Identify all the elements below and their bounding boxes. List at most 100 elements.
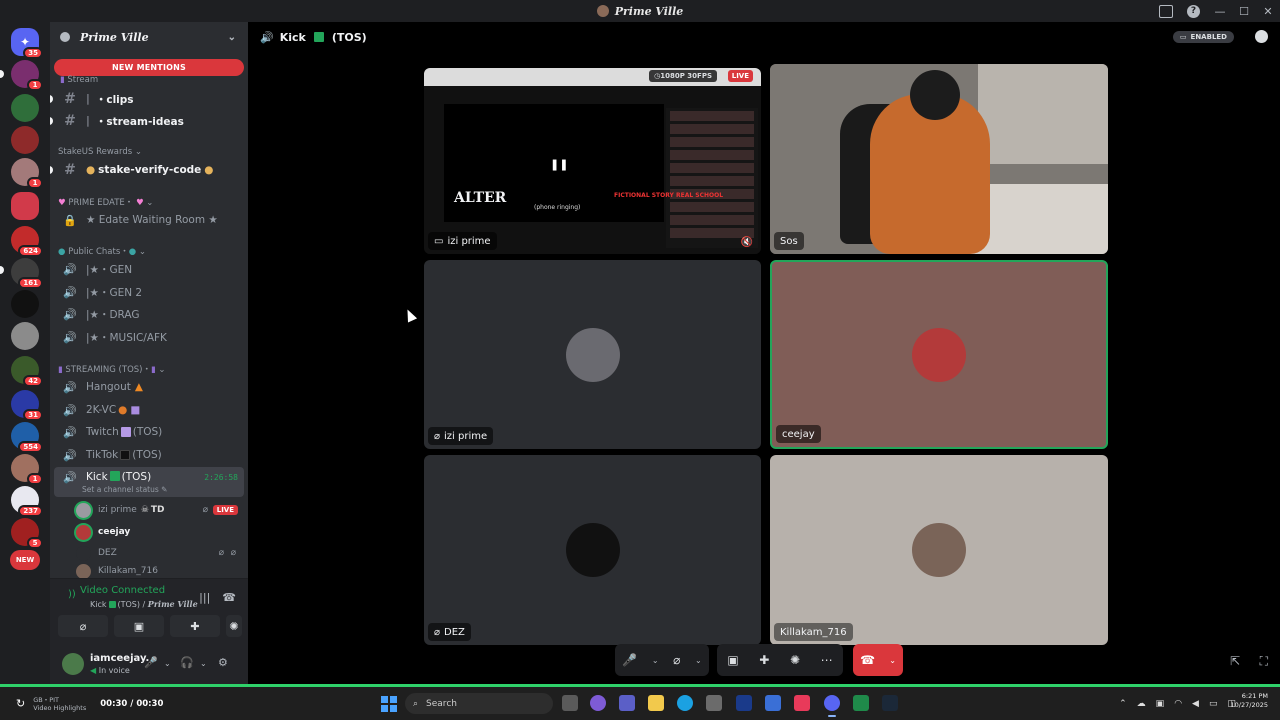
teams-icon[interactable] — [619, 695, 635, 711]
soundboard-button[interactable]: ✺ — [226, 615, 242, 637]
server-icon[interactable]: 1 — [11, 454, 43, 485]
server-icon[interactable]: 42 — [11, 356, 43, 387]
category-stakeus-rewards[interactable]: StakeUS Rewards ⌄ — [58, 147, 142, 157]
category-prime-edate[interactable]: ♥ PRIME EDATE・ ♥ ⌄ — [58, 196, 153, 208]
direct-messages-button[interactable]: ✦ 35 — [11, 28, 43, 59]
video-tile-sos[interactable]: Sos — [770, 64, 1108, 254]
voice-user-dez[interactable]: DEZ ⌀ ⌀ — [76, 543, 244, 563]
file-explorer-icon[interactable] — [648, 695, 664, 711]
start-button[interactable] — [381, 696, 397, 712]
task-view-icon[interactable] — [562, 695, 578, 711]
gear-icon[interactable]: ⚙ — [218, 656, 228, 669]
chevron-up-icon[interactable]: ⌃ — [1119, 699, 1127, 709]
help-icon[interactable]: ? — [1187, 4, 1200, 18]
chat-icon[interactable] — [1255, 30, 1268, 43]
voice-user-ceejay[interactable]: ceejay — [76, 522, 244, 542]
chevron-down-icon[interactable]: ⌄ — [652, 656, 659, 665]
channel-edate-waiting-room[interactable]: 🔒 ★ Edate Waiting Room ★ — [54, 209, 244, 231]
voice-channel-music-afk[interactable]: 🔊 |★・MUSIC/AFK — [54, 326, 244, 348]
soundboard-icon[interactable]: ✺ — [790, 653, 800, 667]
user-name[interactable]: iamceejay. — [90, 653, 149, 664]
leave-call-button[interactable]: ☎ ⌄ — [853, 644, 903, 676]
stream-tile-izi-prime[interactable]: ❚❚ ALTER (phone ringing) FICTIONAL STORY… — [424, 68, 761, 254]
system-clock[interactable]: 6:21 PM 10/27/2025 — [1231, 692, 1268, 710]
voice-channel-hangout[interactable]: 🔊 Hangout ▲ — [54, 376, 244, 398]
volume-muted-icon[interactable]: 🔇 — [741, 237, 753, 248]
category-streaming[interactable]: ▮ STREAMING (TOS)・▮ ⌄ — [58, 363, 165, 375]
music-icon[interactable] — [794, 695, 810, 711]
video-tile-dez[interactable]: ⌀ DEZ — [424, 455, 761, 645]
server-icon[interactable]: 5 — [11, 518, 43, 549]
channel-clips[interactable]: # | ・clips — [50, 88, 244, 110]
guild-header[interactable]: Prime Ville ⌄ — [50, 22, 248, 52]
channel-stake-verify-code[interactable]: # ● stake-verify-code ● — [50, 159, 244, 181]
app-icon[interactable] — [853, 695, 869, 711]
voice-channel-kick[interactable]: 🔊 Kick (TOS) 2:26:58 Set a channel status ✎ — [54, 467, 244, 497]
activities-button[interactable]: ✚ — [170, 615, 220, 637]
discord-icon[interactable] — [824, 695, 840, 717]
camera-off-icon[interactable]: ⌀ — [673, 653, 680, 667]
chevron-down-icon[interactable]: ⌄ — [164, 659, 171, 668]
server-icon[interactable]: 554 — [11, 422, 43, 453]
video-tile-izi-prime[interactable]: ⌀ izi prime — [424, 260, 761, 449]
signal-icon[interactable]: )) — [68, 589, 76, 600]
inbox-icon[interactable] — [1159, 4, 1173, 18]
chevron-down-icon[interactable]: ⌄ — [889, 656, 896, 665]
server-icon[interactable]: 31 — [11, 390, 43, 421]
steam-icon[interactable] — [882, 695, 898, 711]
wifi-icon[interactable]: ◠ — [1174, 699, 1182, 709]
activities-icon[interactable]: ✚ — [759, 653, 769, 667]
new-mentions-button[interactable]: NEW MENTIONS — [54, 59, 244, 76]
voice-channel-gen-2[interactable]: 🔊 |★・GEN 2 — [54, 281, 244, 303]
enabled-badge[interactable]: ▭ ENABLED — [1172, 31, 1234, 43]
chevron-down-icon[interactable]: ⌄ — [695, 656, 702, 665]
channel-stream-ideas[interactable]: # | ・stream-ideas — [50, 110, 244, 132]
voice-user-izi-prime[interactable]: izi prime ☠ TD ⌀ LIVE — [76, 500, 244, 520]
microphone-icon[interactable]: 🎤 — [144, 656, 158, 669]
noise-suppression-icon[interactable]: ||| — [199, 591, 210, 604]
server-folder[interactable] — [11, 192, 39, 220]
display-icon[interactable]: ▭ — [1209, 699, 1218, 709]
voice-channel-drag[interactable]: 🔊 |★・DRAG — [54, 303, 244, 325]
voice-channel-twitch[interactable]: 🔊 Twitch (TOS) — [54, 421, 244, 443]
headphones-icon[interactable]: 🎧 — [180, 656, 194, 669]
voice-channel-gen[interactable]: 🔊 |★・GEN — [54, 258, 244, 280]
server-icon[interactable] — [11, 94, 39, 122]
chevron-down-icon[interactable]: ⌄ — [200, 659, 207, 668]
server-icon[interactable]: 237 — [11, 486, 43, 517]
server-icon[interactable]: 624 — [11, 226, 43, 257]
channel-status-prompt[interactable]: Set a channel status ✎ — [82, 485, 167, 494]
new-servers-indicator[interactable]: NEW — [10, 550, 40, 570]
video-tile-ceejay[interactable]: ceejay — [770, 260, 1108, 449]
pop-out-icon[interactable]: ⇱ — [1230, 654, 1240, 668]
toggle-camera-button[interactable]: ⌀ — [58, 615, 108, 637]
server-icon[interactable] — [11, 322, 39, 350]
media-widget[interactable]: ↻ GB・PIT Video Highlights 00:30 / 00:30 — [16, 687, 163, 720]
category-stream[interactable]: ▮ Stream — [60, 75, 98, 85]
app-icon[interactable] — [765, 695, 781, 711]
server-icon[interactable] — [11, 290, 39, 318]
microphone-icon[interactable]: 🎤 — [622, 653, 637, 667]
app-l-icon[interactable] — [736, 695, 752, 711]
voice-channel-2k-vc[interactable]: 🔊 2K-VC ● ■ — [54, 399, 244, 421]
voice-channel-location[interactable]: Kick (TOS) / Prime Ville — [90, 599, 198, 609]
server-icon[interactable]: 1 — [11, 158, 43, 189]
store-icon[interactable] — [706, 695, 722, 711]
video-tile-killakam[interactable]: Killakam_716 — [770, 455, 1108, 645]
screen-share-icon[interactable]: ▣ — [727, 653, 738, 667]
disconnect-icon[interactable]: ☎ — [222, 591, 236, 604]
more-icon[interactable]: ⋯ — [821, 653, 833, 667]
taskbar-search[interactable]: ⌕ Search — [405, 693, 553, 714]
server-icon[interactable]: 1 — [11, 60, 43, 91]
replay-icon[interactable]: ↻ — [16, 697, 25, 710]
server-icon[interactable] — [11, 126, 39, 154]
avatar[interactable] — [62, 653, 84, 675]
voice-user-killakam[interactable]: Killakam_716 — [76, 564, 244, 578]
volume-icon[interactable]: ◀ — [1192, 699, 1199, 709]
server-icon[interactable]: 161 — [11, 258, 43, 289]
minimize-icon[interactable]: — — [1208, 0, 1232, 22]
fullscreen-icon[interactable]: ⛶ — [1260, 654, 1268, 669]
maximize-icon[interactable]: ☐ — [1232, 0, 1256, 22]
cloud-icon[interactable]: ☁ — [1137, 699, 1146, 709]
voice-channel-tiktok[interactable]: 🔊 TikTok (TOS) — [54, 444, 244, 466]
